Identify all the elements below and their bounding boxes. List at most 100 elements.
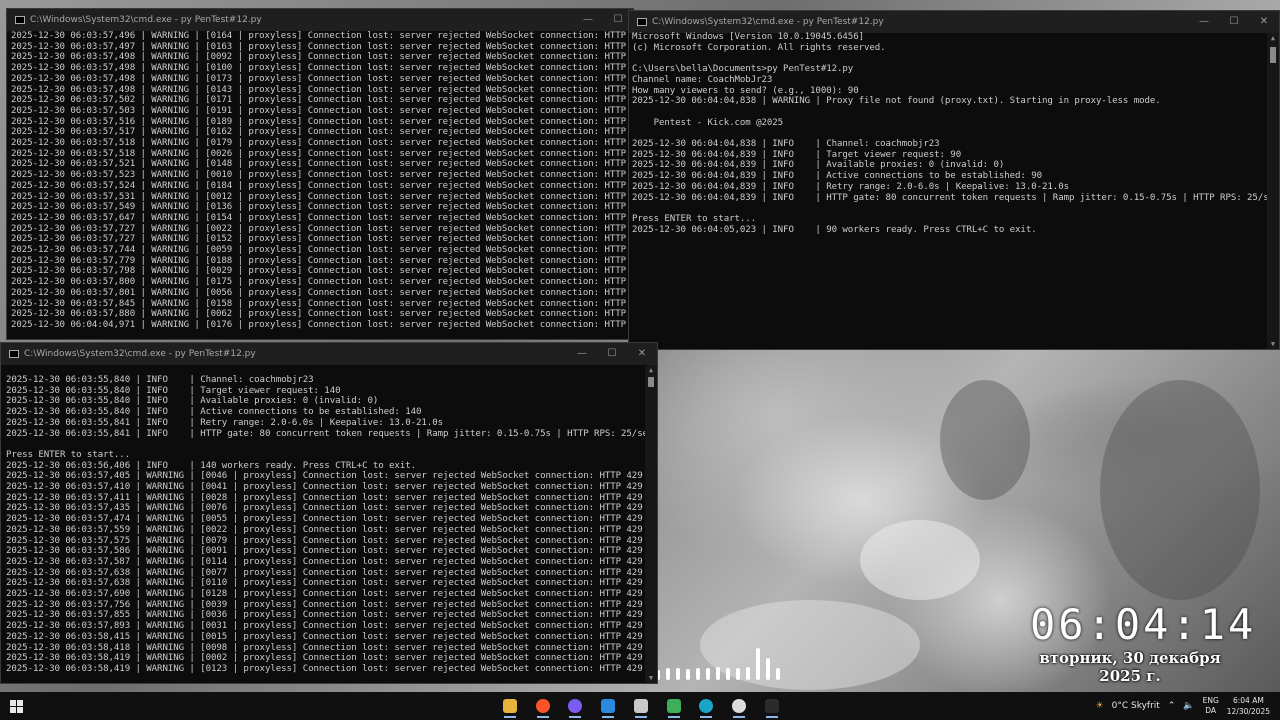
console-line: 2025-12-30 06:03:57,498 | WARNING | [009…	[11, 52, 633, 63]
cmd-window-top-right[interactable]: C:\Windows\System32\cmd.exe - py PenTest…	[628, 10, 1280, 350]
console-output[interactable]: Microsoft Windows [Version 10.0.19045.64…	[632, 32, 1267, 235]
console-line: 2025-12-30 06:03:57,727 | WARNING | [002…	[11, 223, 633, 234]
clock-widget: 06:04:14 вторник, 30 декабря 2025 г.	[1030, 600, 1253, 685]
console-line: 2025-12-30 06:03:57,880 | WARNING | [006…	[11, 309, 633, 320]
console-line: 2025-12-30 06:03:57,498 | WARNING | [010…	[11, 63, 633, 74]
system-tray: ☀ 0°C Skyfrit ⌃ 🔈 ENG DA 6:04 AM 12/30/2…	[1088, 692, 1280, 720]
console-line: 2025-12-30 06:03:55,841 | INFO | Retry r…	[6, 417, 443, 428]
maximize-button[interactable]: ☐	[597, 343, 627, 365]
brave-icon	[535, 699, 550, 713]
console-line: 2025-12-30 06:03:57,575 | WARNING | [007…	[6, 535, 643, 546]
vertical-scrollbar[interactable]: ▲ ▼	[645, 365, 657, 683]
hard-drive-icon	[633, 699, 648, 713]
minimize-button[interactable]: —	[573, 9, 603, 31]
console-line: 2025-12-30 06:03:57,549 | WARNING | [013…	[11, 202, 633, 213]
taskbar-date: 12/30/2025	[1226, 707, 1270, 716]
language-indicator[interactable]: ENG DA	[1203, 696, 1219, 716]
taskbar-app-file-explorer[interactable]	[496, 694, 524, 718]
console-line: C:\Users\bella\Documents>py PenTest#12.p…	[632, 64, 854, 75]
console-output[interactable]: 2025-12-30 06:03:57,496 | WARNING | [016…	[11, 31, 633, 339]
cmd-window-top-left[interactable]: C:\Windows\System32\cmd.exe - py PenTest…	[6, 8, 634, 340]
maximize-button[interactable]: ☐	[1219, 11, 1249, 33]
taskbar-app-hard-drive[interactable]	[627, 694, 655, 718]
console-line: 2025-12-30 06:03:58,418 | WARNING | [009…	[6, 642, 643, 653]
terminal-icon	[764, 699, 779, 713]
window-titlebar[interactable]: C:\Windows\System32\cmd.exe - py PenTest…	[7, 9, 633, 31]
visualizer-bar	[716, 667, 720, 680]
weather-icon[interactable]: ☀	[1096, 701, 1104, 711]
cmd-icon	[637, 18, 647, 26]
console-line: 2025-12-30 06:03:57,855 | WARNING | [003…	[6, 610, 643, 621]
console-line: 2025-12-30 06:03:57,798 | WARNING | [002…	[11, 266, 633, 277]
console-line: 2025-12-30 06:03:57,517 | WARNING | [016…	[11, 127, 633, 138]
scroll-up-icon[interactable]: ▲	[1267, 33, 1279, 43]
window-title: C:\Windows\System32\cmd.exe - py PenTest…	[24, 349, 256, 359]
visualizer-bar	[686, 669, 690, 680]
console-line: 2025-12-30 06:03:57,638 | WARNING | [011…	[6, 578, 643, 589]
cmd-icon	[15, 16, 25, 24]
console-line: 2025-12-30 06:03:57,756 | WARNING | [003…	[6, 599, 643, 610]
console-line: 2025-12-30 06:03:57,893 | WARNING | [003…	[6, 621, 643, 632]
console-line: 2025-12-30 06:03:57,435 | WARNING | [007…	[6, 503, 643, 514]
console-output[interactable]: 2025-12-30 06:03:55,840 | INFO | Channel…	[6, 375, 645, 675]
console-line: 2025-12-30 06:03:57,800 | WARNING | [017…	[11, 277, 633, 288]
minimize-button[interactable]: —	[1189, 11, 1219, 33]
console-line: 2025-12-30 06:03:57,523 | WARNING | [001…	[11, 170, 633, 181]
cmd-window-bottom[interactable]: C:\Windows\System32\cmd.exe - py PenTest…	[0, 342, 658, 684]
close-button[interactable]: ✕	[1249, 11, 1279, 33]
console-line: Press ENTER to start...	[632, 213, 757, 224]
console-line: 2025-12-30 06:03:57,690 | WARNING | [012…	[6, 589, 643, 600]
lang-top: ENG	[1202, 696, 1219, 705]
console-line: 2025-12-30 06:03:57,587 | WARNING | [011…	[6, 556, 643, 567]
taskbar-app-terminal[interactable]	[758, 694, 786, 718]
console-line: 2025-12-30 06:03:56,406 | INFO | 140 wor…	[6, 460, 417, 471]
visualizer-bar	[736, 668, 740, 680]
scrollbar-thumb[interactable]	[648, 377, 654, 387]
console-line: 2025-12-30 06:04:05,023 | INFO | 90 work…	[632, 224, 1037, 235]
clock-date: вторник, 30 декабря	[1039, 649, 1221, 667]
taskbar-app-brave[interactable]	[529, 694, 557, 718]
console-line: 2025-12-30 06:03:57,727 | WARNING | [015…	[11, 234, 633, 245]
console-line: 2025-12-30 06:03:57,531 | WARNING | [001…	[11, 191, 633, 202]
scroll-down-icon[interactable]: ▼	[645, 673, 657, 683]
console-line: 2025-12-30 06:04:04,839 | INFO | Availab…	[632, 160, 1005, 171]
scrollbar-thumb[interactable]	[1270, 47, 1276, 63]
scroll-up-icon[interactable]: ▲	[645, 365, 657, 375]
console-line: (c) Microsoft Corporation. All rights re…	[632, 42, 886, 53]
console-line: 2025-12-30 06:03:57,559 | WARNING | [002…	[6, 524, 643, 535]
taskbar-app-edge[interactable]	[692, 694, 720, 718]
weather-text[interactable]: 0°C Skyfrit	[1112, 701, 1160, 711]
visualizer-bar	[726, 668, 730, 680]
taskbar-clock[interactable]: 6:04 AM 12/30/2025	[1227, 695, 1270, 717]
taskbar-app-vscode[interactable]	[594, 694, 622, 718]
lang-bottom: DA	[1205, 706, 1217, 715]
console-line: 2025-12-30 06:03:55,840 | INFO | Channel…	[6, 375, 314, 385]
taskbar-app-chat-app[interactable]	[561, 694, 589, 718]
console-line: 2025-12-30 06:03:57,410 | WARNING | [004…	[6, 482, 643, 493]
scroll-down-icon[interactable]: ▼	[1267, 339, 1279, 349]
taskbar: ☀ 0°C Skyfrit ⌃ 🔈 ENG DA 6:04 AM 12/30/2…	[0, 692, 1280, 720]
minimize-button[interactable]: —	[567, 343, 597, 365]
vertical-scrollbar[interactable]: ▲ ▼	[1267, 33, 1279, 349]
chevron-up-icon[interactable]: ⌃	[1168, 701, 1176, 711]
visualizer-bar	[756, 648, 760, 680]
window-titlebar[interactable]: C:\Windows\System32\cmd.exe - py PenTest…	[629, 11, 1279, 33]
taskbar-app-spreadsheet[interactable]	[660, 694, 688, 718]
window-titlebar[interactable]: C:\Windows\System32\cmd.exe - py PenTest…	[1, 343, 657, 365]
close-button[interactable]: ✕	[627, 343, 657, 365]
console-line: 2025-12-30 06:03:57,474 | WARNING | [005…	[6, 514, 643, 525]
volume-icon[interactable]: 🔈	[1183, 701, 1194, 711]
console-line: 2025-12-30 06:03:57,516 | WARNING | [018…	[11, 116, 633, 127]
console-line: 2025-12-30 06:03:57,586 | WARNING | [009…	[6, 546, 643, 557]
start-button[interactable]	[0, 692, 32, 720]
visualizer-bar	[676, 668, 680, 680]
console-line: 2025-12-30 06:04:04,838 | WARNING | Prox…	[632, 96, 1161, 107]
console-line: How many viewers to send? (e.g., 1000): …	[632, 85, 859, 96]
taskbar-app-app-logo[interactable]	[725, 694, 753, 718]
console-line: 2025-12-30 06:03:55,841 | INFO | HTTP ga…	[6, 428, 645, 439]
console-line: Channel name: CoachMobJr23	[632, 74, 773, 85]
